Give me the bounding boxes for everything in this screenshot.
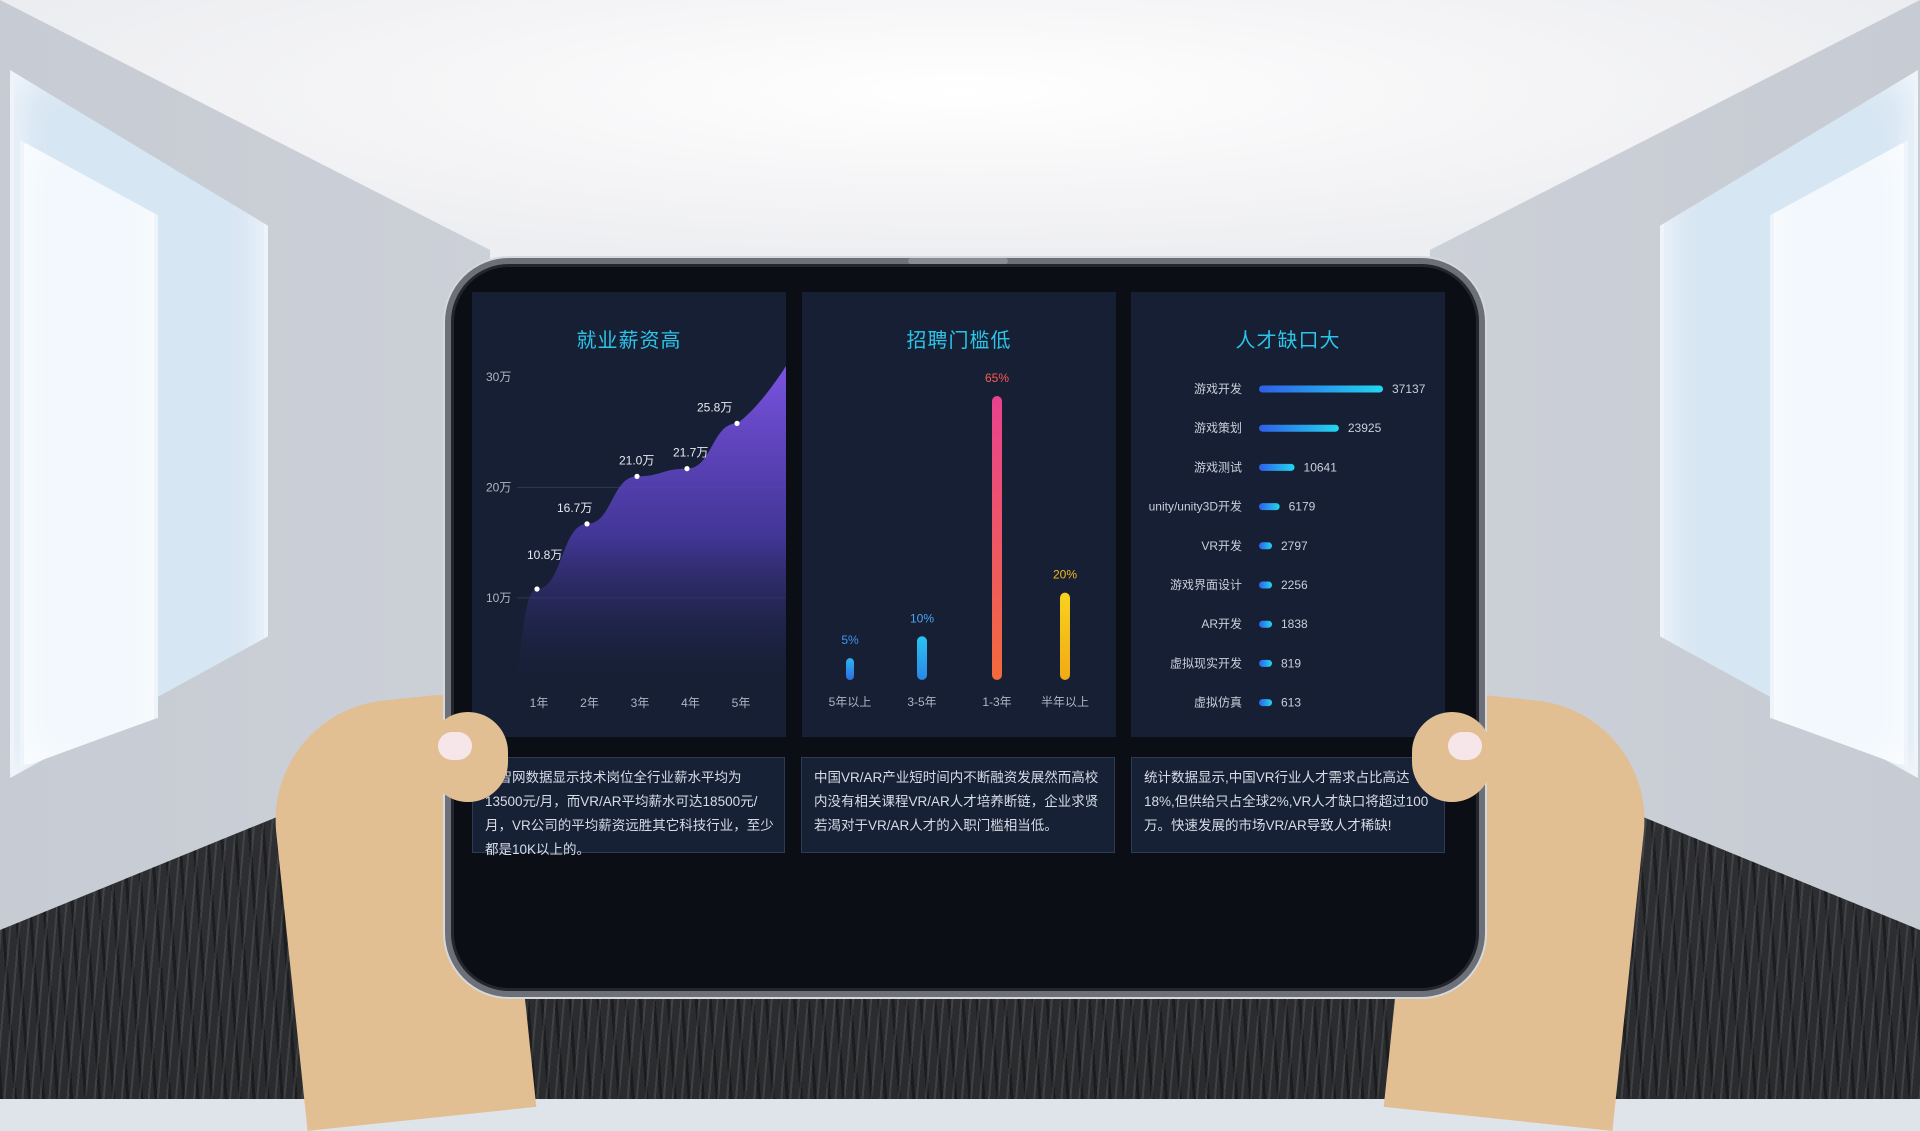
data-label: 10.8万 [527,548,562,562]
x-tick-label: 3年 [631,696,650,710]
category-label: unity/unity3D开发 [1149,499,1242,514]
hbar-value-label: 6179 [1289,500,1316,514]
salary-area [517,365,786,676]
hbar [1259,699,1272,707]
bar-value-label: 10% [910,611,934,625]
category-label: 游戏策划 [1194,421,1242,435]
category-label: AR开发 [1201,616,1242,631]
category-label: VR开发 [1201,538,1242,553]
data-label: 21.7万 [673,446,708,460]
y-tick-label: 30万 [486,370,511,384]
data-label: 16.7万 [557,501,592,515]
x-tick-label: 1年 [530,696,549,710]
x-tick-label: 4年 [681,696,700,710]
x-tick-label: 半年以上 [1041,695,1089,709]
x-tick-label: 1-3年 [982,695,1011,709]
hbar-value-label: 819 [1281,656,1301,670]
x-tick-label: 3-5年 [907,695,936,709]
data-point [684,466,690,472]
salary-area-chart: 10万 20万 30万 10.8万 16.7万 21.0万 21.7万 25.8万 1年 2年 3年… [486,365,786,710]
data-point [734,420,740,426]
talent-gap-bar-chart: 游戏开发 37137 游戏策划 23925 游戏测试 10641 unity/unity3D… [1149,381,1426,710]
hbar-value-label: 2256 [1281,578,1308,592]
left-window-pane [20,140,158,768]
data-point [584,521,590,527]
bar [846,658,854,680]
salary-description: 极智网数据显示技术岗位全行业薪水平均为13500元/月，而VR/AR平均薪水可达… [472,757,785,857]
hbar-value-label: 613 [1281,696,1301,710]
hbar-value-label: 37137 [1392,382,1426,396]
tablet-top-button [908,258,1008,264]
salary-panel: 就业薪资高 10万 20万 30万 10.8万 16.7万 21.0万 21.7万 25.8万… [472,292,786,737]
bar-value-label: 65% [985,371,1009,385]
hbar [1259,659,1272,667]
data-point [534,586,540,592]
hbar [1259,424,1339,432]
hbar [1259,503,1280,511]
y-tick-label: 20万 [486,480,511,494]
hbar [1259,542,1272,550]
hbar [1259,385,1383,393]
data-label: 25.8万 [697,400,732,414]
talent-gap-description: 统计数据显示,中国VR行业人才需求占比高达18%,但供给只占全球2%,VR人才缺… [1131,757,1445,853]
hbar [1259,463,1295,471]
bar [992,396,1002,680]
hbar [1259,620,1272,628]
right-window-pane [1770,140,1908,768]
right-thumb [1412,712,1492,802]
x-tick-label: 2年 [580,696,599,710]
category-label: 游戏开发 [1194,381,1242,396]
category-label: 游戏界面设计 [1170,578,1242,592]
data-label: 21.0万 [619,453,654,467]
bar-value-label: 20% [1053,568,1077,582]
bar [1060,592,1070,680]
talent-gap-panel: 人才缺口大 游戏开发 37137 游戏策划 23925 游戏测试 10641 unity/u… [1131,292,1445,737]
category-label: 虚拟现实开发 [1170,655,1242,670]
bar-value-label: 5% [841,633,859,647]
hbar-value-label: 10641 [1304,460,1338,474]
threshold-description: 中国VR/AR产业短时间内不断融资发展然而高校内没有相关课程VR/AR人才培养断… [801,757,1115,853]
data-point [634,473,640,479]
x-tick-label: 5年以上 [829,695,872,709]
threshold-bar-chart: 5% 5年以上 10% 3-5年 65% 1-3年 20% 半年以上 [829,371,1089,709]
hbar-value-label: 1838 [1281,617,1308,631]
bar [917,636,927,680]
left-thumbnail [438,732,472,760]
hbar-value-label: 23925 [1348,421,1382,435]
left-thumb [428,712,508,802]
hbar-value-label: 2797 [1281,539,1308,553]
right-thumbnail [1448,732,1482,760]
y-tick-label: 10万 [486,591,511,605]
x-tick-label: 5年 [732,696,751,710]
category-label: 虚拟仿真 [1194,696,1242,710]
category-label: 游戏测试 [1194,459,1242,474]
threshold-panel: 招聘门槛低 5% 5年以上 10% 3-5年 65% 1-3年 20% 半年以上 [802,292,1116,737]
hbar [1259,581,1272,589]
